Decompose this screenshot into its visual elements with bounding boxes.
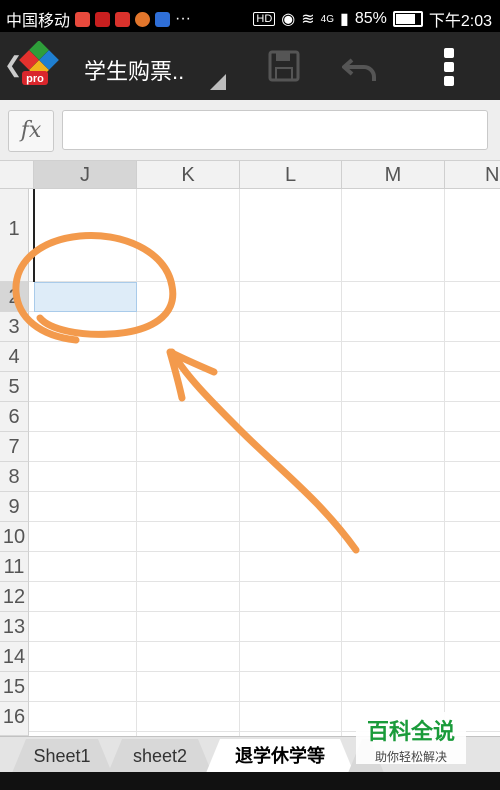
undo-icon[interactable] [342,54,378,82]
status-bar: 中国移动 ··· HD ◉ ≋ 4G ▮ 85% 下午2:03 [0,0,500,32]
hd-badge: HD [253,12,276,26]
row-header-4[interactable]: 4 [0,342,29,372]
title-dropdown-icon[interactable] [210,74,226,90]
document-title[interactable]: 学生购票.. [84,54,184,86]
row-header-11[interactable]: 11 [0,552,29,582]
location-app-icon [75,11,91,27]
battery-percent: 85% [354,10,387,27]
weibo-app-icon [135,11,151,27]
row-header-1[interactable]: 1 [0,189,29,282]
row-header-5[interactable]: 5 [0,372,29,402]
carrier-label: 中国移动 [6,13,71,30]
row-header-6[interactable]: 6 [0,402,29,432]
save-icon[interactable] [268,50,300,82]
watermark-subtitle: 助你轻松解决 [374,750,447,764]
row-header-14[interactable]: 14 [0,642,29,672]
eye-icon: ◉ [281,11,296,28]
row-header-2[interactable]: 2 [0,282,29,312]
cell-edge-marker [33,189,35,282]
row-header-13[interactable]: 13 [0,612,29,642]
fx-button[interactable]: fx [8,110,54,152]
app-toolbar: ❮ pro 学生购票.. [0,32,500,100]
news-app-icon [95,11,111,27]
row-header-15[interactable]: 15 [0,672,29,702]
column-header-j[interactable]: J [34,161,137,189]
toutiao-app-icon [115,11,131,27]
signal-icon: ▮ [340,11,349,28]
clock: 下午2:03 [428,13,492,30]
watermark-title: 百科全说 [366,719,455,744]
logo-badge: pro [26,73,44,85]
column-header-n[interactable]: N [445,161,500,189]
sheet-tab-tuixue[interactable]: 退学休学等 [206,739,354,773]
row-header-10[interactable]: 10 [0,522,29,552]
system-nav-strip [0,772,500,790]
row-header-12[interactable]: 12 [0,582,29,612]
spreadsheet-grid[interactable]: J K L M N 1 2 3 4 5 6 7 8 9 10 11 12 13 … [0,161,500,736]
selected-cell-j2[interactable] [34,282,137,312]
sheet-tab-sheet1[interactable]: Sheet1 [12,739,112,773]
officesuite-logo[interactable]: pro [18,41,64,89]
sheet-tab-sheet2[interactable]: sheet2 [108,739,212,773]
column-header-m[interactable]: M [342,161,445,189]
column-header-l[interactable]: L [240,161,342,189]
network-type: 4G [320,13,334,25]
watermark-logo: 百科全说 助你轻松解决 [356,712,466,764]
baidu-app-icon [155,11,171,27]
row-header-3[interactable]: 3 [0,312,29,342]
formula-input[interactable] [62,110,488,150]
row-header-8[interactable]: 8 [0,462,29,492]
more-notifications: ··· [175,10,191,27]
formula-bar: fx [0,100,500,161]
column-header-k[interactable]: K [137,161,240,189]
more-vert-icon[interactable] [444,48,456,86]
wifi-icon: ≋ [301,11,315,28]
row-header-7[interactable]: 7 [0,432,29,462]
row-header-9[interactable]: 9 [0,492,29,522]
battery-icon [392,11,423,27]
row-header-16[interactable]: 16 [0,702,29,736]
select-all-corner[interactable] [0,161,34,189]
